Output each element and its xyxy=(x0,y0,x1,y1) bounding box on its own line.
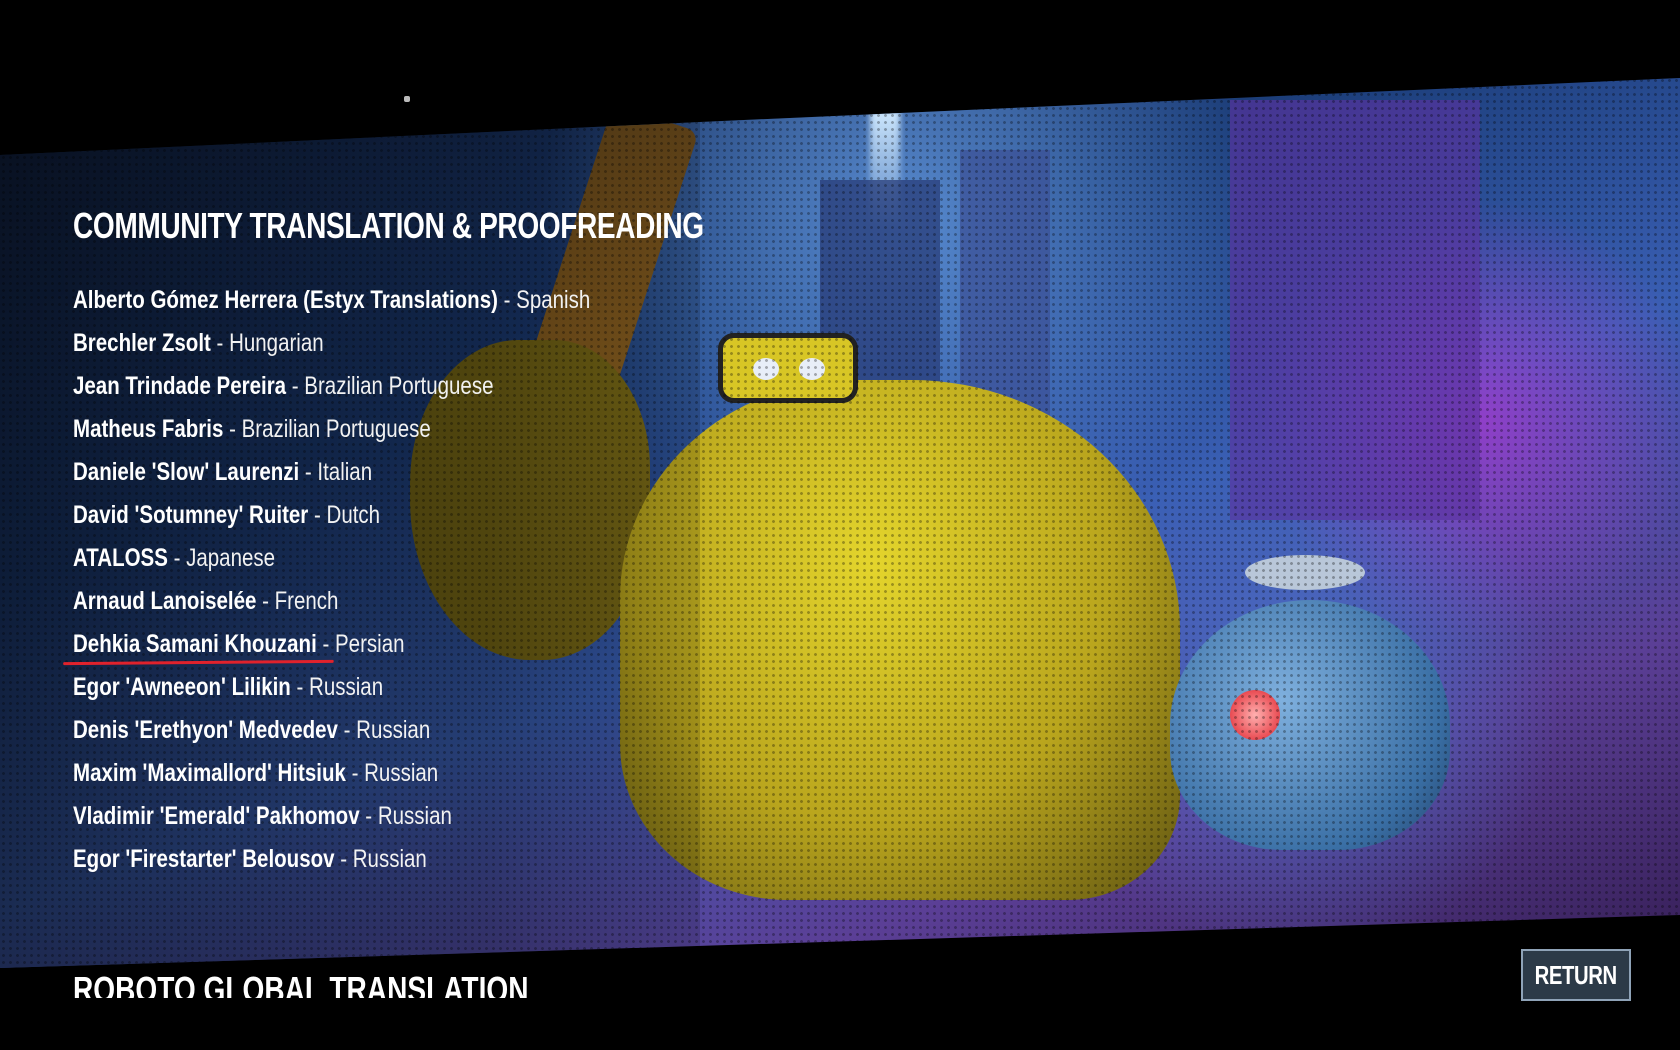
credit-name: Matheus Fabris xyxy=(73,415,224,443)
credit-language: Russian xyxy=(356,716,431,744)
credit-name: Egor 'Awneeon' Lilikin xyxy=(73,673,291,701)
credit-row: Dehkia Samani Khouzani - Persian xyxy=(63,627,590,670)
credit-row: Brechler Zsolt - Hungarian xyxy=(73,326,590,369)
credit-name: Daniele 'Slow' Laurenzi xyxy=(73,458,300,486)
scrolled-text-fragment xyxy=(404,96,410,102)
credit-name: Brechler Zsolt xyxy=(73,329,211,357)
credit-language: Dutch xyxy=(326,501,381,529)
credit-language: Brazilian Portuguese xyxy=(304,372,494,400)
credit-language: Italian xyxy=(317,458,373,486)
credit-row: Maxim 'Maximallord' Hitsiuk - Russian xyxy=(73,756,590,799)
highlight-underline xyxy=(63,659,334,666)
credit-language: Russian xyxy=(352,845,427,873)
credit-row: Alberto Gómez Herrera (Estyx Translation… xyxy=(73,283,590,326)
credit-separator: - xyxy=(256,587,275,615)
credit-row: David 'Sotumney' Ruiter - Dutch xyxy=(73,498,590,541)
credit-separator: - xyxy=(308,501,327,529)
credit-separator: - xyxy=(359,802,378,830)
credit-name: Alberto Gómez Herrera (Estyx Translation… xyxy=(73,286,498,314)
credit-name: Jean Trindade Pereira xyxy=(73,372,287,400)
credit-row: Denis 'Erethyon' Medvedev - Russian xyxy=(73,713,590,756)
credit-language: Persian xyxy=(335,630,405,658)
next-section-title: ROBOTO GLOBAL TRANSLATION xyxy=(73,970,529,998)
credit-row: ATALOSS - Japanese xyxy=(73,541,590,584)
credit-language: Russian xyxy=(309,673,384,701)
credit-separator: - xyxy=(167,544,187,572)
credit-separator: - xyxy=(290,673,310,701)
credit-row: Egor 'Firestarter' Belousov - Russian xyxy=(73,842,590,885)
credit-row: Vladimir 'Emerald' Pakhomov - Russian xyxy=(73,799,590,842)
credit-language: Spanish xyxy=(516,286,591,314)
credit-separator: - xyxy=(210,329,230,357)
credit-language: Hungarian xyxy=(229,329,324,357)
credit-separator: - xyxy=(345,759,365,787)
credit-row: Matheus Fabris - Brazilian Portuguese xyxy=(73,412,590,455)
credit-language: French xyxy=(274,587,339,615)
section-title: COMMUNITY TRANSLATION & PROOFREADING xyxy=(73,205,704,246)
credit-name: Arnaud Lanoiselée xyxy=(73,587,257,615)
credit-language: Japanese xyxy=(186,544,276,572)
credit-name: Maxim 'Maximallord' Hitsiuk xyxy=(73,759,346,787)
credit-row: Daniele 'Slow' Laurenzi - Italian xyxy=(73,455,590,498)
credit-separator: - xyxy=(334,845,353,873)
credit-separator: - xyxy=(223,415,242,443)
credit-separator: - xyxy=(337,716,357,744)
credit-separator: - xyxy=(299,458,318,486)
credit-name: Dehkia Samani Khouzani xyxy=(73,630,317,658)
credit-separator: - xyxy=(286,372,305,400)
credit-name: Egor 'Firestarter' Belousov xyxy=(73,845,335,873)
credit-language: Brazilian Portuguese xyxy=(241,415,431,443)
credit-name: ATALOSS xyxy=(73,544,168,572)
credit-separator: - xyxy=(497,286,517,314)
credit-language: Russian xyxy=(364,759,439,787)
return-button-label: RETURN xyxy=(1534,959,1618,990)
return-button[interactable]: RETURN xyxy=(1521,949,1631,1001)
credit-row: Jean Trindade Pereira - Brazilian Portug… xyxy=(73,369,590,412)
credit-row: Arnaud Lanoiselée - French xyxy=(73,584,590,627)
credit-separator: - xyxy=(316,630,336,658)
credit-language: Russian xyxy=(377,802,452,830)
credits-list: Alberto Gómez Herrera (Estyx Translation… xyxy=(63,283,704,885)
credit-name: Vladimir 'Emerald' Pakhomov xyxy=(73,802,360,830)
credit-name: David 'Sotumney' Ruiter xyxy=(73,501,309,529)
credit-name: Denis 'Erethyon' Medvedev xyxy=(73,716,338,744)
credit-row: Egor 'Awneeon' Lilikin - Russian xyxy=(73,670,590,713)
